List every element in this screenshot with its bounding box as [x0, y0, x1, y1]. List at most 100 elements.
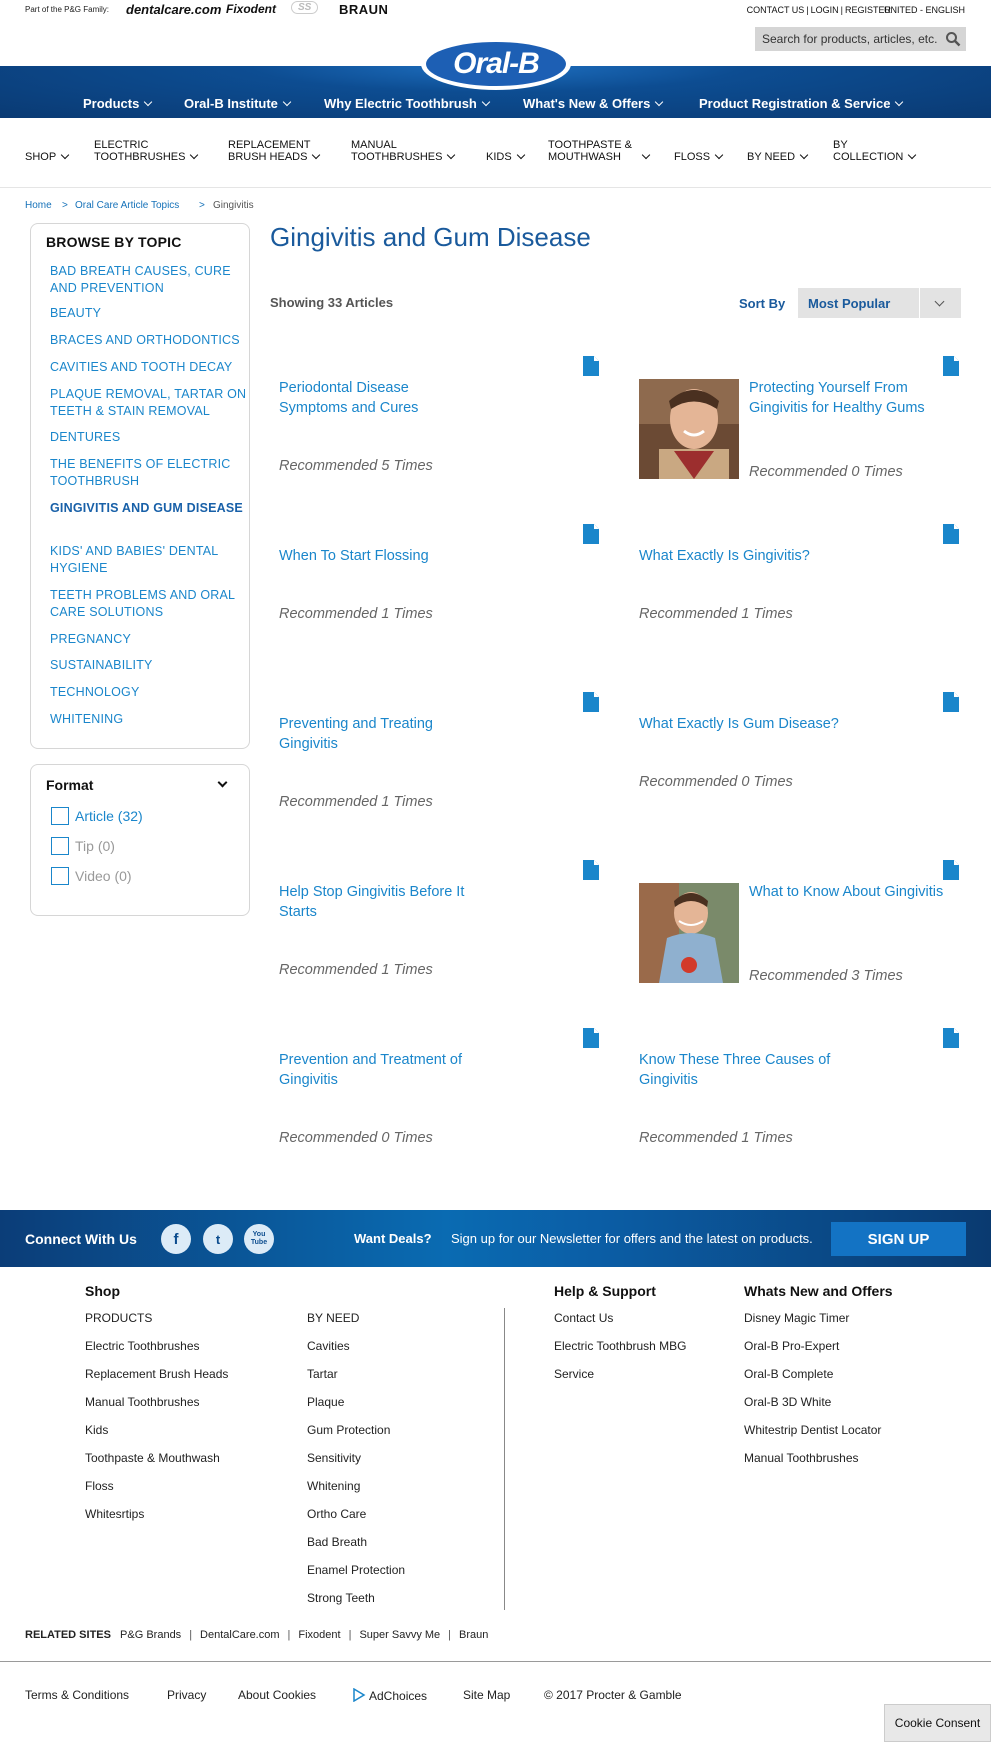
related-site-link[interactable]: Fixodent: [298, 1629, 340, 1641]
footer-link[interactable]: Oral-B 3D White: [744, 1395, 831, 1409]
cookie-consent-button[interactable]: Cookie Consent: [884, 1704, 991, 1742]
subnav-floss[interactable]: FLOSS: [674, 150, 724, 163]
topic-electric-toothbrush[interactable]: The Benefits of Electric Toothbrush: [50, 456, 250, 490]
footer-link[interactable]: Strong Teeth: [307, 1591, 375, 1605]
nav-oralb-institute[interactable]: Oral-B Institute: [184, 96, 292, 111]
article-card[interactable]: What to Know About Gingivitis Recommende…: [639, 860, 959, 1010]
article-title[interactable]: Periodontal Disease Symptoms and Cures: [279, 378, 439, 418]
article-title[interactable]: Preventing and Treating Gingivitis: [279, 714, 459, 754]
nav-why-electric[interactable]: Why Electric Toothbrush: [324, 96, 491, 111]
article-thumbnail[interactable]: [639, 883, 739, 983]
article-card[interactable]: Know These Three Causes of Gingivitis Re…: [639, 1028, 959, 1178]
related-site-link[interactable]: DentalCare.com: [200, 1629, 279, 1641]
format-option-tip[interactable]: Tip (0): [51, 836, 115, 856]
article-card[interactable]: Periodontal Disease Symptoms and Cures R…: [279, 356, 599, 506]
related-site-link[interactable]: Super Savvy Me: [359, 1629, 440, 1641]
footer-link[interactable]: Ortho Care: [307, 1507, 366, 1521]
brand-fixodent-link[interactable]: Fixodent: [226, 2, 276, 16]
format-option-video[interactable]: Video (0): [51, 866, 132, 886]
topic-sustainability[interactable]: Sustainability: [50, 657, 250, 674]
subnav-shop[interactable]: SHOP: [25, 150, 70, 163]
checkbox[interactable]: [51, 867, 69, 885]
footer-link[interactable]: Sensitivity: [307, 1451, 361, 1465]
article-title[interactable]: Protecting Yourself From Gingivitis for …: [749, 378, 959, 418]
oralb-logo[interactable]: Oral-B: [421, 38, 571, 90]
topic-plaque-removal[interactable]: Plaque Removal, Tartar on Teeth & Stain …: [50, 386, 250, 420]
nav-product-registration[interactable]: Product Registration & Service: [699, 96, 904, 111]
article-title[interactable]: What to Know About Gingivitis: [749, 882, 959, 902]
topic-teeth-problems[interactable]: Teeth Problems and Oral Care Solutions: [50, 587, 250, 621]
subnav-manual-toothbrushes[interactable]: MANUAL TOOTHBRUSHES: [351, 139, 456, 163]
topic-pregnancy[interactable]: Pregnancy: [50, 631, 250, 648]
nav-products[interactable]: Products: [83, 96, 153, 111]
footer-link[interactable]: Toothpaste & Mouthwash: [85, 1451, 220, 1465]
footer-link[interactable]: Manual Toothbrushes: [85, 1395, 200, 1409]
footer-link[interactable]: BY NEED: [307, 1311, 359, 1325]
footer-link[interactable]: Contact Us: [554, 1311, 613, 1325]
article-title[interactable]: Prevention and Treatment of Gingivitis: [279, 1050, 489, 1090]
topic-bad-breath[interactable]: Bad Breath Causes, Cure and Prevention: [50, 263, 250, 297]
topic-cavities[interactable]: Cavities and Tooth Decay: [50, 359, 250, 376]
article-title[interactable]: Know These Three Causes of Gingivitis: [639, 1050, 859, 1090]
footer-link[interactable]: Electric Toothbrush MBG: [554, 1339, 687, 1353]
article-title[interactable]: What Exactly Is Gum Disease?: [639, 714, 869, 734]
breadcrumb-home[interactable]: Home: [25, 200, 52, 211]
footer-link[interactable]: Replacement Brush Heads: [85, 1367, 228, 1381]
terms-link[interactable]: Terms & Conditions: [25, 1688, 129, 1702]
topic-technology[interactable]: Technology: [50, 684, 250, 701]
adchoices-link[interactable]: AdChoices: [352, 1687, 427, 1703]
facebook-icon[interactable]: f: [161, 1224, 191, 1254]
search-icon[interactable]: [945, 31, 961, 47]
article-card[interactable]: Preventing and Treating Gingivitis Recom…: [279, 692, 599, 842]
topic-gingivitis-active[interactable]: Gingivitis and Gum Disease: [50, 500, 250, 517]
footer-link[interactable]: Oral-B Pro-Expert: [744, 1339, 839, 1353]
sign-up-button[interactable]: SIGN UP: [831, 1222, 966, 1256]
format-option-article[interactable]: Article (32): [51, 806, 143, 826]
checkbox[interactable]: [51, 807, 69, 825]
article-card[interactable]: Help Stop Gingivitis Before It Starts Re…: [279, 860, 599, 1010]
article-card[interactable]: What Exactly Is Gingivitis? Recommended …: [639, 524, 959, 674]
subnav-toothpaste-mouthwash[interactable]: TOOTHPASTE & MOUTHWASH: [548, 139, 651, 163]
topic-whitening[interactable]: Whitening: [50, 711, 250, 728]
article-title[interactable]: When To Start Flossing: [279, 546, 479, 566]
article-title[interactable]: What Exactly Is Gingivitis?: [639, 546, 859, 566]
login-link[interactable]: LOGIN: [811, 5, 839, 15]
subnav-by-need[interactable]: BY NEED: [747, 150, 809, 163]
subnav-replacement-brush-heads[interactable]: REPLACEMENT BRUSH HEADS: [228, 139, 321, 163]
topic-braces[interactable]: Braces and Orthodontics: [50, 332, 255, 349]
topic-beauty[interactable]: Beauty: [50, 305, 250, 322]
footer-link[interactable]: Gum Protection: [307, 1423, 390, 1437]
footer-link[interactable]: Whitening: [307, 1479, 360, 1493]
topic-kids-babies[interactable]: Kids' and Babies' Dental Hygiene: [50, 543, 250, 577]
footer-link[interactable]: Manual Toothbrushes: [744, 1451, 859, 1465]
chevron-down-icon[interactable]: [217, 777, 228, 788]
footer-link[interactable]: Electric Toothbrushes: [85, 1339, 200, 1353]
article-card[interactable]: Prevention and Treatment of Gingivitis R…: [279, 1028, 599, 1178]
related-site-link[interactable]: P&G Brands: [120, 1629, 181, 1641]
about-cookies-link[interactable]: About Cookies: [238, 1688, 316, 1702]
region-selector[interactable]: UNITED - ENGLISH: [884, 5, 965, 15]
footer-link[interactable]: Enamel Protection: [307, 1563, 405, 1577]
footer-link[interactable]: Whitesrtips: [85, 1507, 144, 1521]
privacy-link[interactable]: Privacy: [167, 1688, 206, 1702]
article-thumbnail[interactable]: [639, 379, 739, 479]
footer-link[interactable]: Cavities: [307, 1339, 350, 1353]
article-card[interactable]: When To Start Flossing Recommended 1 Tim…: [279, 524, 599, 674]
checkbox[interactable]: [51, 837, 69, 855]
twitter-icon[interactable]: t: [203, 1224, 233, 1254]
article-title[interactable]: Help Stop Gingivitis Before It Starts: [279, 882, 499, 922]
footer-link[interactable]: PRODUCTS: [85, 1311, 152, 1325]
footer-link[interactable]: Disney Magic Timer: [744, 1311, 849, 1325]
brand-dentalcare-link[interactable]: dentalcare.com: [126, 2, 221, 17]
youtube-icon[interactable]: You Tube: [244, 1224, 274, 1254]
contact-us-link[interactable]: CONTACT US: [747, 5, 805, 15]
topic-dentures[interactable]: Dentures: [50, 429, 250, 446]
footer-link[interactable]: Kids: [85, 1423, 108, 1437]
brand-supersavvyme-link[interactable]: SS: [291, 1, 319, 14]
footer-link[interactable]: Bad Breath: [307, 1535, 367, 1549]
site-map-link[interactable]: Site Map: [463, 1688, 510, 1702]
brand-braun-link[interactable]: BRAUN: [339, 2, 388, 17]
subnav-electric-toothbrushes[interactable]: ELECTRIC TOOTHBRUSHES: [94, 139, 199, 163]
footer-link[interactable]: Floss: [85, 1479, 114, 1493]
related-site-link[interactable]: Braun: [459, 1629, 488, 1641]
